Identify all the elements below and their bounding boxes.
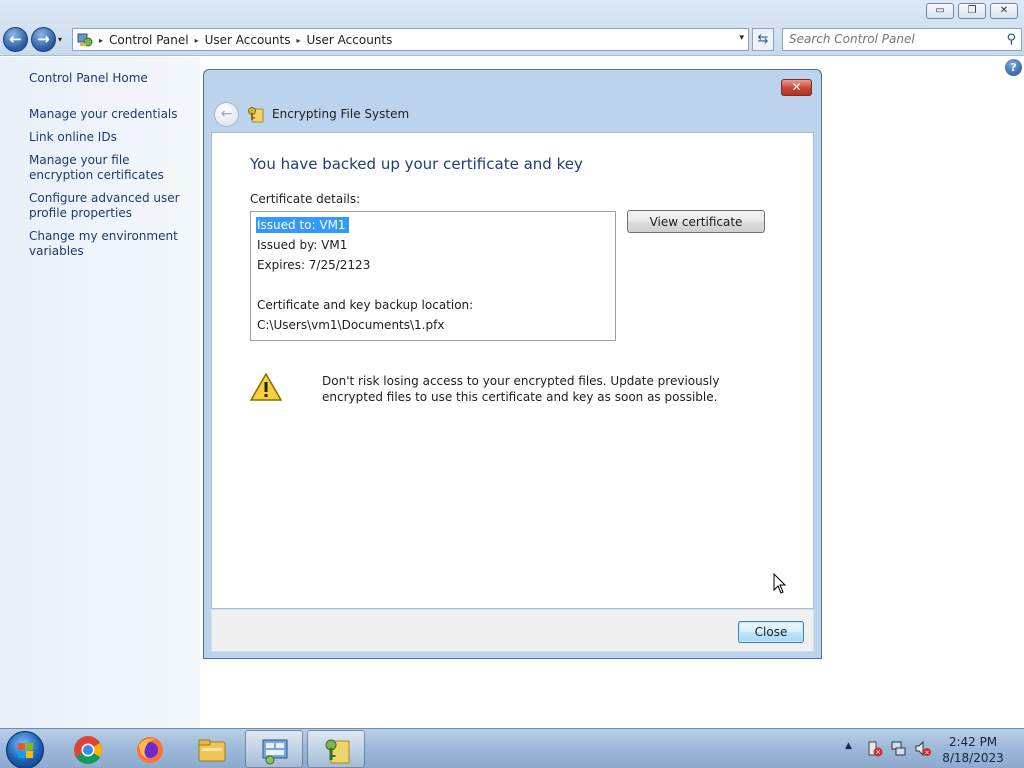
control-panel-icon [262, 739, 288, 765]
search-box[interactable]: ⚲ [782, 28, 1022, 51]
navigation-pane: Control Panel Home Manage your credentia… [0, 57, 200, 728]
breadcrumb-control-panel[interactable]: Control Panel [109, 33, 189, 47]
certificate-details-label: Certificate details: [250, 192, 361, 206]
clock-date: 8/18/2023 [942, 751, 1004, 765]
efs-key-icon [325, 739, 350, 764]
network-icon[interactable] [890, 740, 907, 757]
dialog-close-button[interactable]: ✕ [781, 79, 812, 96]
start-button[interactable] [6, 731, 44, 768]
chrome-icon [74, 736, 102, 764]
svg-text:✕: ✕ [924, 750, 929, 757]
forward-button[interactable]: → [31, 27, 56, 52]
explorer-icon [198, 739, 226, 762]
system-clock[interactable]: 2:42 PM 8/18/2023 [938, 734, 1008, 766]
efs-dialog: ✕ ← Encrypting File System You have back… [203, 69, 822, 659]
certificate-details-box[interactable]: Issued to: VM1 Issued by: VM1 Expires: 7… [250, 211, 616, 341]
clock-time: 2:42 PM [948, 735, 998, 749]
show-hidden-icons-button[interactable]: ▲ [845, 741, 852, 751]
backup-location-label: Certificate and key backup location: [257, 298, 474, 312]
window-close-button[interactable]: ✕ [990, 3, 1018, 19]
window-titlebar: ▭ ❐ ✕ [0, 0, 1024, 24]
maximize-button[interactable]: ❐ [958, 3, 986, 19]
firefox-icon [137, 737, 163, 763]
issued-by-line: Issued by: VM1 [257, 238, 348, 252]
warning-icon [250, 373, 282, 401]
breadcrumb-user-accounts[interactable]: User Accounts [205, 33, 291, 47]
taskbar-control-panel[interactable] [245, 730, 303, 768]
dialog-title: Encrypting File System [272, 107, 410, 121]
configure-profile-properties-link[interactable]: Configure advanced user profile properti… [29, 191, 194, 221]
action-center-icon[interactable]: ✕ [866, 740, 883, 757]
breadcrumb-separator: ▸ [99, 35, 104, 45]
breadcrumb-separator: ▸ [296, 35, 301, 45]
dialog-content: You have backed up your certificate and … [211, 132, 814, 609]
link-online-ids-link[interactable]: Link online IDs [29, 130, 194, 145]
manage-credentials-link[interactable]: Manage your credentials [29, 107, 194, 122]
minimize-button[interactable]: ▭ [926, 3, 954, 19]
address-bar[interactable]: ▸ Control Panel ▸ User Accounts ▸ User A… [72, 28, 749, 51]
address-dropdown-icon[interactable]: ▾ [739, 33, 744, 43]
issued-to-text: Issued to: VM1 [256, 217, 349, 233]
expires-line: Expires: 7/25/2123 [257, 258, 371, 272]
taskbar-firefox[interactable] [121, 730, 179, 768]
breadcrumb-separator: ▸ [194, 35, 199, 45]
dialog-footer: Close [211, 609, 814, 652]
refresh-button[interactable]: ⇆ [752, 28, 774, 51]
backup-location-path: C:\Users\vm1\Documents\1.pfx [257, 318, 445, 332]
mouse-cursor-icon [773, 573, 787, 594]
taskbar-chrome[interactable] [59, 730, 117, 768]
control-panel-icon [77, 33, 93, 47]
volume-muted-icon[interactable]: ✕ [914, 740, 931, 757]
back-button[interactable]: ← [3, 27, 28, 52]
warning-message: Don't risk losing access to your encrypt… [322, 374, 720, 404]
manage-encryption-certificates-link[interactable]: Manage your file encryption certificates [29, 153, 194, 183]
recent-pages-dropdown[interactable]: ▾ [58, 35, 62, 44]
search-input[interactable] [789, 32, 994, 46]
taskbar-explorer[interactable] [183, 730, 241, 768]
control-panel-home-link[interactable]: Control Panel Home [29, 71, 194, 86]
efs-key-icon [248, 107, 264, 123]
help-icon[interactable]: ? [1005, 59, 1022, 76]
breadcrumb: ▸ Control Panel ▸ User Accounts ▸ User A… [77, 32, 392, 48]
taskbar: ▲ ✕ ✕ 2:42 PM 8/18/2023 [0, 728, 1024, 768]
close-button[interactable]: Close [738, 621, 804, 643]
search-icon[interactable]: ⚲ [1006, 32, 1016, 47]
change-environment-variables-link[interactable]: Change my environment variables [29, 229, 194, 259]
view-certificate-button[interactable]: View certificate [627, 210, 765, 233]
dialog-back-button[interactable]: ← [214, 102, 239, 127]
svg-text:✕: ✕ [875, 749, 881, 757]
taskbar-efs[interactable] [307, 730, 365, 768]
dialog-heading: You have backed up your certificate and … [250, 155, 583, 173]
breadcrumb-user-accounts-current[interactable]: User Accounts [307, 33, 393, 47]
issued-to-line: Issued to: VM1 [256, 215, 609, 235]
windows-logo-icon [18, 743, 33, 758]
address-row: ← → ▾ ▸ Control Panel ▸ User Accounts ▸ … [0, 24, 1024, 56]
